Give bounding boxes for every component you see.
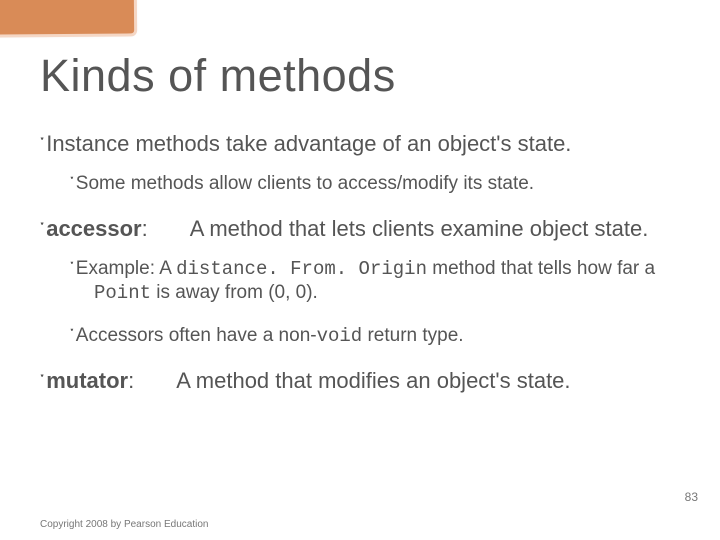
subbullet-access-modify: ་Some methods allow clients to access/mo… bbox=[70, 172, 690, 197]
accessor-definition: A method that lets clients examine objec… bbox=[190, 216, 649, 241]
code-distance: distance. From. Origin bbox=[176, 258, 427, 280]
term-accessor: accessor bbox=[46, 216, 141, 241]
return-tail: return type. bbox=[362, 325, 463, 346]
example-lead: Example: A bbox=[76, 258, 176, 279]
subbullet-accessor-return: ་Accessors often have a non-void return … bbox=[70, 324, 690, 349]
bullet-mutator: ་mutator: A method that modifies an objec… bbox=[40, 367, 690, 395]
term-mutator: mutator bbox=[46, 368, 128, 393]
code-point: Point bbox=[94, 282, 151, 304]
page-number: 83 bbox=[685, 490, 698, 504]
footer-copyright: Copyright 2008 by Pearson Education bbox=[40, 519, 208, 530]
bullet-icon: ་ bbox=[40, 219, 44, 241]
code-void: void bbox=[317, 325, 363, 347]
bullet-icon: ་ bbox=[40, 134, 44, 156]
bullet-icon: ་ bbox=[70, 173, 74, 193]
bullet-icon: ་ bbox=[70, 325, 74, 345]
subbullet-text: Some methods allow clients to access/mod… bbox=[76, 173, 534, 194]
colon: : bbox=[142, 216, 148, 241]
slide-body: Kinds of methods ་Instance methods take … bbox=[0, 0, 720, 540]
colon: : bbox=[128, 368, 134, 393]
mutator-definition: A method that modifies an object's state… bbox=[176, 368, 570, 393]
bullet-text: Instance methods take advantage of an ob… bbox=[46, 131, 571, 156]
example-tail: is away from (0, 0). bbox=[151, 282, 318, 303]
return-lead: Accessors often have a non- bbox=[76, 325, 317, 346]
bullet-icon: ་ bbox=[40, 371, 44, 393]
slide-title: Kinds of methods bbox=[40, 50, 690, 102]
bullet-instance-methods: ་Instance methods take advantage of an o… bbox=[40, 130, 690, 158]
bullet-icon: ་ bbox=[70, 258, 74, 278]
example-mid: method that tells how far a bbox=[427, 258, 655, 279]
subbullet-accessor-example: ་Example: A distance. From. Origin metho… bbox=[70, 257, 690, 306]
bullet-accessor: ་accessor: A method that lets clients exa… bbox=[40, 215, 690, 243]
